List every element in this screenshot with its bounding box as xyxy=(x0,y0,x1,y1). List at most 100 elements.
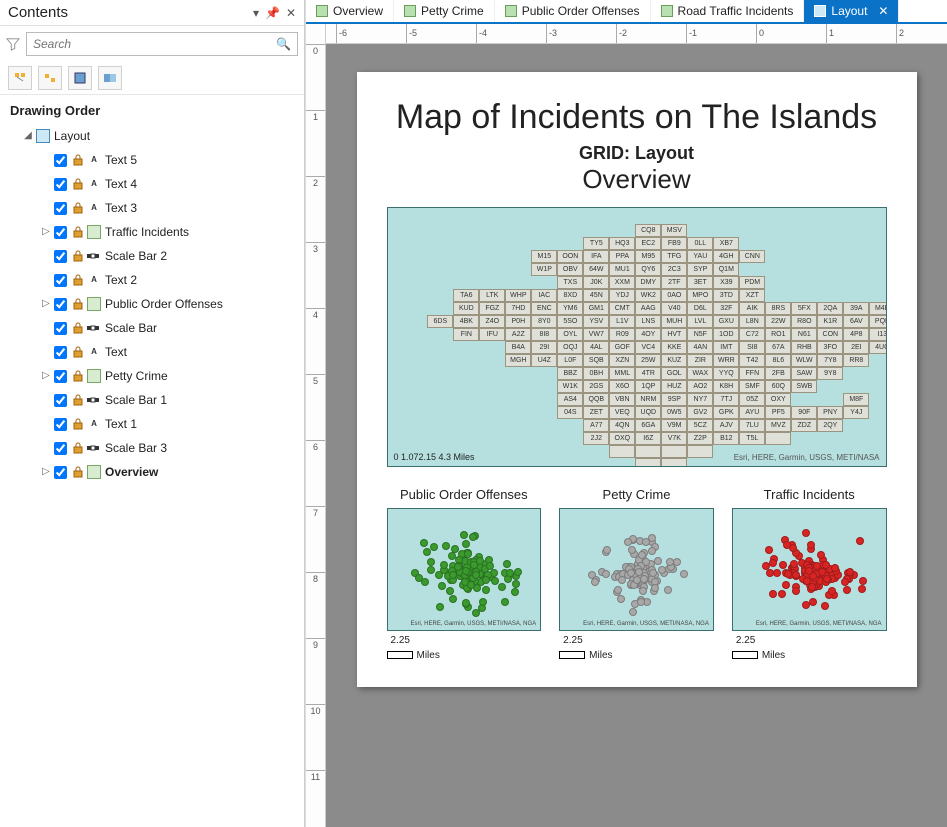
grid-cell: PDM xyxy=(739,276,765,289)
view-tab[interactable]: Layout✕ xyxy=(804,0,899,22)
small-map-frame[interactable]: Petty CrimeEsri, HERE, Garmin, USGS, MET… xyxy=(559,487,714,661)
lock-icon[interactable] xyxy=(71,177,85,191)
tree-item[interactable]: Scale Bar 1 xyxy=(0,388,304,412)
lock-icon[interactable] xyxy=(71,369,85,383)
visibility-checkbox[interactable] xyxy=(54,298,67,311)
grid-cell: L0F xyxy=(557,354,583,367)
grid-cell: SAW xyxy=(791,367,817,380)
lock-icon[interactable] xyxy=(71,321,85,335)
visibility-checkbox[interactable] xyxy=(54,154,67,167)
ruler-tick: 7 xyxy=(306,506,325,518)
lock-icon[interactable] xyxy=(71,225,85,239)
grid-cell: 5CZ xyxy=(687,419,713,432)
lock-icon[interactable] xyxy=(71,153,85,167)
visibility-checkbox[interactable] xyxy=(54,322,67,335)
visibility-checkbox[interactable] xyxy=(54,274,67,287)
tree-item[interactable]: AText 1 xyxy=(0,412,304,436)
grid-cell: 8I8 xyxy=(531,328,557,341)
grid-cell: 2EI xyxy=(843,341,869,354)
scale-bar-box xyxy=(559,651,585,659)
list-by-drawing-icon[interactable] xyxy=(8,66,32,90)
incident-point xyxy=(420,539,428,547)
incident-point xyxy=(603,546,611,554)
tree-item[interactable]: AText 3 xyxy=(0,196,304,220)
tree-item[interactable]: ▷Traffic Incidents xyxy=(0,220,304,244)
panel-close-icon[interactable]: ✕ xyxy=(286,6,296,20)
scale-unit: Miles xyxy=(589,650,612,661)
grid-cell: 0BH xyxy=(583,367,609,380)
grid-cell: Z2P xyxy=(687,432,713,445)
grid-cell: AAG xyxy=(635,302,661,315)
panel-menu-icon[interactable]: ▾ xyxy=(253,6,259,20)
tree-item[interactable]: AText xyxy=(0,340,304,364)
grid-cell: WHP xyxy=(505,289,531,302)
tree-item[interactable]: ▷Petty Crime xyxy=(0,364,304,388)
overview-map-frame[interactable]: CQ8MSVTY5HQ3EC2FB90LLXB7M15OONIFAPPAM95T… xyxy=(387,207,887,467)
visibility-checkbox[interactable] xyxy=(54,466,67,479)
grid-cell: V40 xyxy=(661,302,687,315)
view-tab[interactable]: Overview xyxy=(306,0,394,22)
tree-item[interactable]: ▷Public Order Offenses xyxy=(0,292,304,316)
view-tab[interactable]: Public Order Offenses xyxy=(495,0,651,22)
visibility-checkbox[interactable] xyxy=(54,442,67,455)
visibility-checkbox[interactable] xyxy=(54,202,67,215)
list-by-source-icon[interactable] xyxy=(38,66,62,90)
visibility-checkbox[interactable] xyxy=(54,418,67,431)
text-icon: A xyxy=(87,177,101,191)
lock-icon[interactable] xyxy=(71,417,85,431)
tree-item[interactable]: Scale Bar 3 xyxy=(0,436,304,460)
incident-point xyxy=(628,546,636,554)
grid-cell: L1V xyxy=(609,315,635,328)
scalebar-icon xyxy=(87,441,101,455)
tree-item-label: Scale Bar 1 xyxy=(105,389,167,411)
lock-icon[interactable] xyxy=(71,201,85,215)
lock-icon[interactable] xyxy=(71,441,85,455)
expand-icon[interactable]: ▷ xyxy=(40,365,52,387)
visibility-checkbox[interactable] xyxy=(54,178,67,191)
tree-item[interactable]: Scale Bar 2 xyxy=(0,244,304,268)
tree-root[interactable]: ◢ Layout xyxy=(0,124,304,148)
grid-cell: 2GS xyxy=(583,380,609,393)
visibility-checkbox[interactable] xyxy=(54,250,67,263)
grid-cell: LTK xyxy=(479,289,505,302)
tree-item[interactable]: AText 4 xyxy=(0,172,304,196)
lock-icon[interactable] xyxy=(71,273,85,287)
tree-item[interactable]: AText 5 xyxy=(0,148,304,172)
lock-icon[interactable] xyxy=(71,393,85,407)
search-input[interactable] xyxy=(33,37,276,51)
list-by-snap-icon[interactable] xyxy=(98,66,122,90)
lock-icon[interactable] xyxy=(71,465,85,479)
lock-icon[interactable] xyxy=(71,249,85,263)
visibility-checkbox[interactable] xyxy=(54,394,67,407)
expand-icon[interactable]: ▷ xyxy=(40,293,52,315)
layout-canvas[interactable]: Map of Incidents on The Islands GRID: La… xyxy=(326,44,947,827)
collapse-icon[interactable]: ◢ xyxy=(22,125,34,147)
search-icon[interactable]: 🔍 xyxy=(276,37,291,51)
tree-item[interactable]: ▷Overview xyxy=(0,460,304,484)
lock-icon[interactable] xyxy=(71,297,85,311)
grid-cell xyxy=(661,458,687,468)
visibility-checkbox[interactable] xyxy=(54,370,67,383)
lock-icon[interactable] xyxy=(71,345,85,359)
layout-page[interactable]: Map of Incidents on The Islands GRID: La… xyxy=(357,72,917,687)
tab-close-icon[interactable]: ✕ xyxy=(878,4,888,18)
list-by-selection-icon[interactable] xyxy=(68,66,92,90)
incident-point xyxy=(423,548,431,556)
view-tab[interactable]: Petty Crime xyxy=(394,0,495,22)
visibility-checkbox[interactable] xyxy=(54,226,67,239)
tree-item[interactable]: AText 2 xyxy=(0,268,304,292)
scale-unit: Miles xyxy=(762,650,785,661)
expand-icon[interactable]: ▷ xyxy=(40,461,52,483)
expand-icon[interactable]: ▷ xyxy=(40,221,52,243)
small-map-frame[interactable]: Public Order OffensesEsri, HERE, Garmin,… xyxy=(387,487,542,661)
incident-point xyxy=(664,586,672,594)
panel-pin-icon[interactable]: 📌 xyxy=(265,6,280,20)
filter-icon[interactable] xyxy=(6,37,20,51)
small-map-frame[interactable]: Traffic IncidentsEsri, HERE, Garmin, USG… xyxy=(732,487,887,661)
tree-item[interactable]: Scale Bar xyxy=(0,316,304,340)
view-tab[interactable]: Road Traffic Incidents xyxy=(651,0,805,22)
grid-cell: 8RS xyxy=(765,302,791,315)
search-box[interactable]: 🔍 xyxy=(26,32,298,56)
visibility-checkbox[interactable] xyxy=(54,346,67,359)
grid-cell: FFN xyxy=(739,367,765,380)
